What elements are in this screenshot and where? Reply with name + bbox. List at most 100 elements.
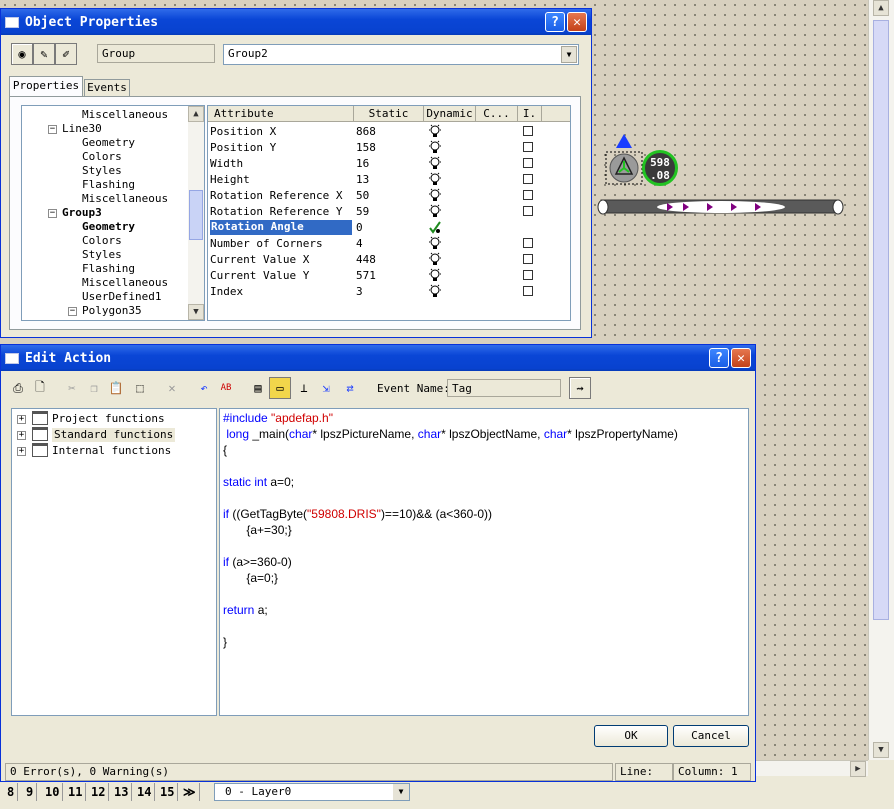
tree-scroll-up-icon[interactable]: ▲	[188, 106, 204, 122]
attribute-row[interactable]: Rotation Angle 0	[208, 220, 568, 236]
chevron-down-icon[interactable]: ▼	[393, 784, 409, 800]
select-all-icon[interactable]: ⬚	[129, 377, 151, 399]
page-button[interactable]: 14	[134, 783, 156, 801]
next-pages-icon[interactable]: ≫	[180, 783, 200, 801]
dynamic-action-icon[interactable]	[428, 220, 442, 234]
attribute-row[interactable]: Height 13	[208, 172, 568, 188]
lightbulb-icon[interactable]	[428, 252, 442, 266]
tree-node[interactable]: Flashing	[82, 262, 135, 276]
pin-icon[interactable]: ◉	[11, 43, 33, 65]
page-button[interactable]: 15	[157, 783, 179, 801]
tree-node[interactable]: Geometry	[82, 136, 135, 150]
page-button[interactable]: 9	[23, 783, 38, 801]
tree-expander-icon[interactable]: −	[68, 307, 77, 316]
indirect-checkbox[interactable]	[523, 254, 533, 264]
compile-icon[interactable]: ⇄	[339, 377, 361, 399]
scroll-thumb[interactable]	[873, 20, 889, 620]
lightbulb-icon[interactable]	[428, 188, 442, 202]
trigger-icon[interactable]: ⊥	[293, 377, 315, 399]
static-value[interactable]: 0	[356, 221, 363, 234]
indirect-checkbox[interactable]	[523, 238, 533, 248]
code-line[interactable]: #include "apdefap.h"	[223, 411, 333, 427]
function-tree[interactable]: + Project functions + Standard functions + In…	[11, 408, 217, 716]
code-editor[interactable]: #include "apdefap.h" long _main(char* lp…	[219, 408, 749, 716]
print-preview-icon[interactable]: 🗋	[29, 377, 51, 399]
pipette-apply-icon[interactable]: ✐	[55, 43, 77, 65]
scroll-up-icon[interactable]: ▲	[873, 0, 889, 16]
paste-icon[interactable]: 📋	[105, 377, 127, 399]
copy-icon[interactable]: ❐	[83, 377, 105, 399]
lightbulb-icon[interactable]	[428, 124, 442, 138]
attribute-row[interactable]: Rotation Reference Y 59	[208, 204, 568, 220]
help-icon[interactable]: ?	[709, 348, 729, 368]
chevron-down-icon[interactable]: ▼	[561, 46, 577, 63]
static-value[interactable]: 4	[356, 237, 363, 250]
indirect-checkbox[interactable]	[523, 190, 533, 200]
page-button[interactable]: 10	[42, 783, 64, 801]
lightbulb-icon[interactable]	[428, 284, 442, 298]
tree-scroll-thumb[interactable]	[189, 190, 203, 240]
code-line[interactable]: }	[223, 635, 227, 651]
object-tree[interactable]: ▲ ▼ Miscellaneous − Line30 Geometry Colors St…	[21, 105, 205, 321]
column-attribute[interactable]: Attribute	[208, 106, 354, 122]
pipe[interactable]	[597, 199, 844, 215]
attribute-row[interactable]: Width 16	[208, 156, 568, 172]
export-action-icon[interactable]: ▭	[269, 377, 291, 399]
indirect-checkbox[interactable]	[523, 158, 533, 168]
tree-scrollbar[interactable]: ▲ ▼	[188, 106, 204, 320]
tree-node[interactable]: Miscellaneous	[82, 192, 168, 206]
attribute-row[interactable]: Rotation Reference X 50	[208, 188, 568, 204]
help-icon[interactable]: ?	[545, 12, 565, 32]
tree-node[interactable]: Miscellaneous	[82, 108, 168, 122]
scroll-down-icon[interactable]: ▼	[873, 742, 889, 758]
event-select-icon[interactable]: ⇝	[569, 377, 591, 399]
object-name-select[interactable]: Group2 ▼	[223, 44, 579, 65]
lightbulb-icon[interactable]	[428, 236, 442, 250]
function-tree-node[interactable]: Internal functions	[52, 444, 171, 458]
tree-node[interactable]: Group3	[62, 206, 102, 220]
tab-events[interactable]: Events	[84, 79, 130, 96]
tree-expander-icon[interactable]: +	[17, 447, 26, 456]
selected-pump-object[interactable]	[604, 150, 644, 186]
indirect-checkbox[interactable]	[523, 126, 533, 136]
lightbulb-icon[interactable]	[428, 268, 442, 282]
lightbulb-icon[interactable]	[428, 156, 442, 170]
tree-node[interactable]: Styles	[82, 164, 122, 178]
code-line[interactable]: {a+=30;}	[223, 523, 291, 539]
value-display[interactable]: 598 .08	[642, 150, 678, 186]
lightbulb-icon[interactable]	[428, 140, 442, 154]
static-value[interactable]: 571	[356, 269, 376, 282]
code-line[interactable]: {	[223, 443, 227, 459]
indirect-checkbox[interactable]	[523, 206, 533, 216]
tree-node[interactable]: Polygon35	[82, 304, 142, 318]
delete-icon[interactable]: ✕	[161, 377, 183, 399]
tree-expander-icon[interactable]: −	[48, 125, 57, 134]
layer-select[interactable]: 0 - Layer0 ▼	[214, 783, 410, 801]
import-action-icon[interactable]: ▤	[247, 377, 269, 399]
tree-node[interactable]: Line30	[62, 122, 102, 136]
function-tree-node[interactable]: Project functions	[52, 412, 165, 426]
code-line[interactable]: if (a>=360-0)	[223, 555, 292, 571]
tree-scroll-down-icon[interactable]: ▼	[188, 304, 204, 320]
indirect-checkbox[interactable]	[523, 270, 533, 280]
tree-node[interactable]: Colors	[82, 150, 122, 164]
attribute-row[interactable]: Position Y 158	[208, 140, 568, 156]
code-line[interactable]: if ((GetTagByte("59808.DRIS")==10)&& (a<…	[223, 507, 492, 523]
tree-expander-icon[interactable]: −	[48, 209, 57, 218]
column-dynamic[interactable]: Dynamic	[424, 106, 476, 122]
lightbulb-icon[interactable]	[428, 204, 442, 218]
static-value[interactable]: 868	[356, 125, 376, 138]
tree-node[interactable]: Geometry	[82, 220, 135, 234]
attribute-row[interactable]: Current Value X 448	[208, 252, 568, 268]
tree-node[interactable]: Flashing	[82, 178, 135, 192]
page-button[interactable]: 12	[88, 783, 110, 801]
ok-button[interactable]: OK	[594, 725, 668, 747]
column-i[interactable]: I.	[518, 106, 542, 122]
scroll-right-icon[interactable]: ▶	[850, 761, 866, 777]
attribute-grid[interactable]: Attribute Static Dynamic C... I. Positio…	[207, 105, 571, 321]
static-value[interactable]: 50	[356, 189, 369, 202]
tree-node[interactable]: Styles	[82, 248, 122, 262]
static-value[interactable]: 16	[356, 157, 369, 170]
static-value[interactable]: 158	[356, 141, 376, 154]
close-icon[interactable]: ✕	[731, 348, 751, 368]
